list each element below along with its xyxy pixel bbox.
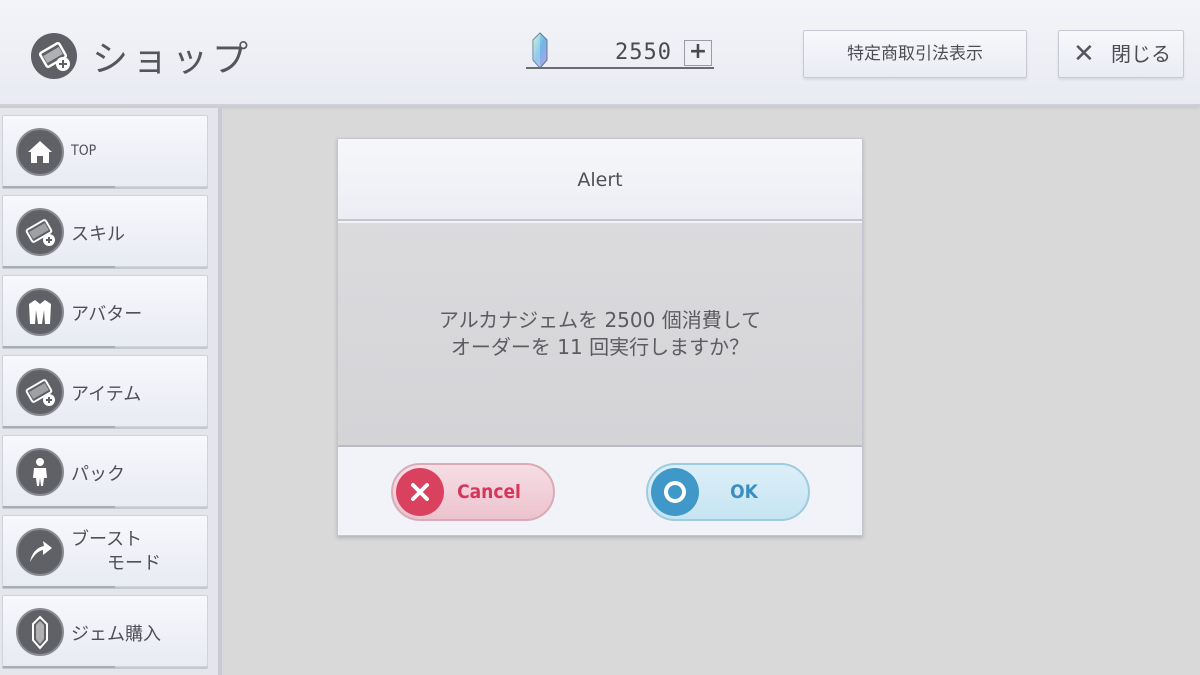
item-card-icon (16, 368, 64, 416)
sidebar-item-top[interactable]: TOP (2, 115, 208, 188)
header-bar: ショップ 2550 + 特定商取引法表示 ✕ 閉じる (0, 0, 1200, 106)
boost-label-line1: ブースト (71, 529, 143, 550)
cancel-label: Cancel (457, 481, 521, 503)
page-title: ショップ (92, 39, 253, 80)
cancel-x-icon (396, 468, 444, 516)
sidebar-item-pack[interactable]: パック (2, 435, 208, 508)
gem-crystal-icon (532, 32, 548, 69)
dialog-message-line1: アルカナジェムを 2500 個消費して (438, 308, 762, 332)
sidebar: TOP スキル アバター アイテム パック ブースト モード ジェム購入 (0, 108, 222, 675)
alert-dialog: Alert アルカナジェムを 2500 個消費して オーダーを 11 回実行しま… (337, 138, 863, 536)
close-icon: ✕ (1073, 39, 1095, 69)
close-label: 閉じる (1111, 42, 1171, 66)
gem-crystal-icon (16, 608, 64, 656)
person-icon (16, 448, 64, 496)
gem-count: 2550 (615, 40, 672, 65)
dialog-body: アルカナジェムを 2500 個消費して オーダーを 11 回実行しますか？ (338, 223, 862, 447)
dialog-message-line2: オーダーを 11 回実行しますか？ (450, 335, 750, 359)
add-gems-button[interactable]: + (684, 40, 712, 66)
gem-underline (526, 67, 714, 69)
sidebar-item-avatar[interactable]: アバター (2, 275, 208, 348)
sidebar-item-gem-purchase[interactable]: ジェム購入 (2, 595, 208, 668)
sidebar-item-label: アイテム (71, 384, 142, 405)
legal-notice-button[interactable]: 特定商取引法表示 (803, 30, 1027, 78)
sidebar-item-label: ジェム購入 (71, 624, 161, 645)
home-icon (16, 128, 64, 176)
ok-button[interactable]: OK (646, 463, 810, 521)
sidebar-item-item[interactable]: アイテム (2, 355, 208, 428)
close-button[interactable]: ✕ 閉じる (1058, 30, 1184, 78)
cancel-button[interactable]: Cancel (391, 463, 555, 521)
sidebar-item-skill[interactable]: スキル (2, 195, 208, 268)
sidebar-item-boost-mode[interactable]: ブースト モード (2, 515, 208, 588)
sidebar-item-label: アバター (71, 304, 143, 325)
dialog-message: アルカナジェムを 2500 個消費して オーダーを 11 回実行しますか？ (338, 307, 862, 361)
ok-circle-icon (651, 468, 699, 516)
dialog-title: Alert (338, 139, 862, 221)
sidebar-item-label: スキル (71, 224, 125, 245)
boost-label-line2: モード (107, 553, 161, 574)
sidebar-item-label: パック (71, 464, 125, 485)
avatar-coat-icon (16, 288, 64, 336)
ok-label: OK (730, 481, 758, 503)
shop-icon (31, 33, 77, 79)
boost-arrow-icon (16, 528, 64, 576)
skill-card-icon (16, 208, 64, 256)
sidebar-item-label: ブースト モード (71, 528, 161, 576)
sidebar-item-label: TOP (71, 143, 97, 159)
